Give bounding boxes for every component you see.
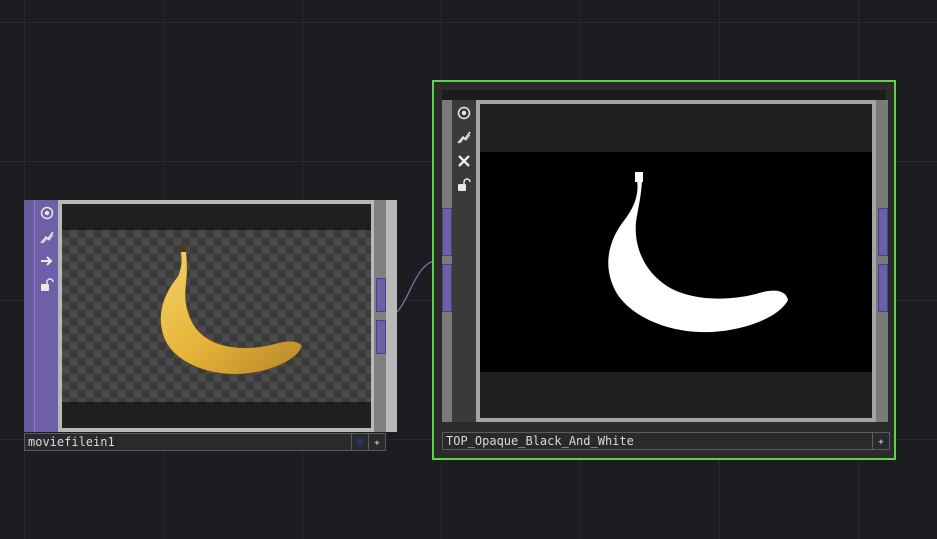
node-right-rail xyxy=(876,100,888,422)
bypass-icon[interactable] xyxy=(455,128,473,146)
node-viewer[interactable] xyxy=(480,104,872,418)
output-connector[interactable] xyxy=(376,320,386,354)
node-name-bar[interactable]: moviefilein1 ✦ xyxy=(24,433,386,451)
node-name-label[interactable]: TOP_Opaque_Black_And_White xyxy=(446,434,634,449)
lock-icon[interactable] xyxy=(38,276,56,294)
dot-icon[interactable] xyxy=(351,434,368,450)
banana-image xyxy=(160,244,303,375)
viewer-toggle-icon[interactable] xyxy=(455,104,473,122)
node-icon-column xyxy=(34,200,59,432)
node-viewer[interactable] xyxy=(62,204,371,428)
input-connector[interactable] xyxy=(442,208,452,256)
node-top-opaque-black-and-white[interactable]: TOP_Opaque_Black_And_White ✦ xyxy=(432,80,896,460)
node-left-rail xyxy=(442,100,452,422)
node-moviefilein1[interactable]: moviefilein1 ✦ xyxy=(24,200,397,452)
node-name-bar[interactable]: TOP_Opaque_Black_And_White ✦ xyxy=(442,432,890,450)
arrow-right-icon[interactable] xyxy=(38,252,56,270)
node-name-label[interactable]: moviefilein1 xyxy=(28,435,115,450)
close-icon[interactable] xyxy=(455,152,473,170)
plus-icon[interactable]: ✦ xyxy=(368,434,385,450)
node-right-rail xyxy=(374,200,386,432)
output-connector[interactable] xyxy=(878,264,888,312)
viewer-toggle-icon[interactable] xyxy=(38,204,56,222)
output-connector[interactable] xyxy=(376,278,386,312)
output-connector[interactable] xyxy=(878,208,888,256)
node-icon-column xyxy=(452,100,476,422)
lock-icon[interactable] xyxy=(455,176,473,194)
bypass-icon[interactable] xyxy=(38,228,56,246)
banana-mask-image xyxy=(608,172,788,333)
node-top-bar xyxy=(442,90,886,100)
plus-icon[interactable]: ✦ xyxy=(872,433,889,449)
input-connector[interactable] xyxy=(442,264,452,312)
